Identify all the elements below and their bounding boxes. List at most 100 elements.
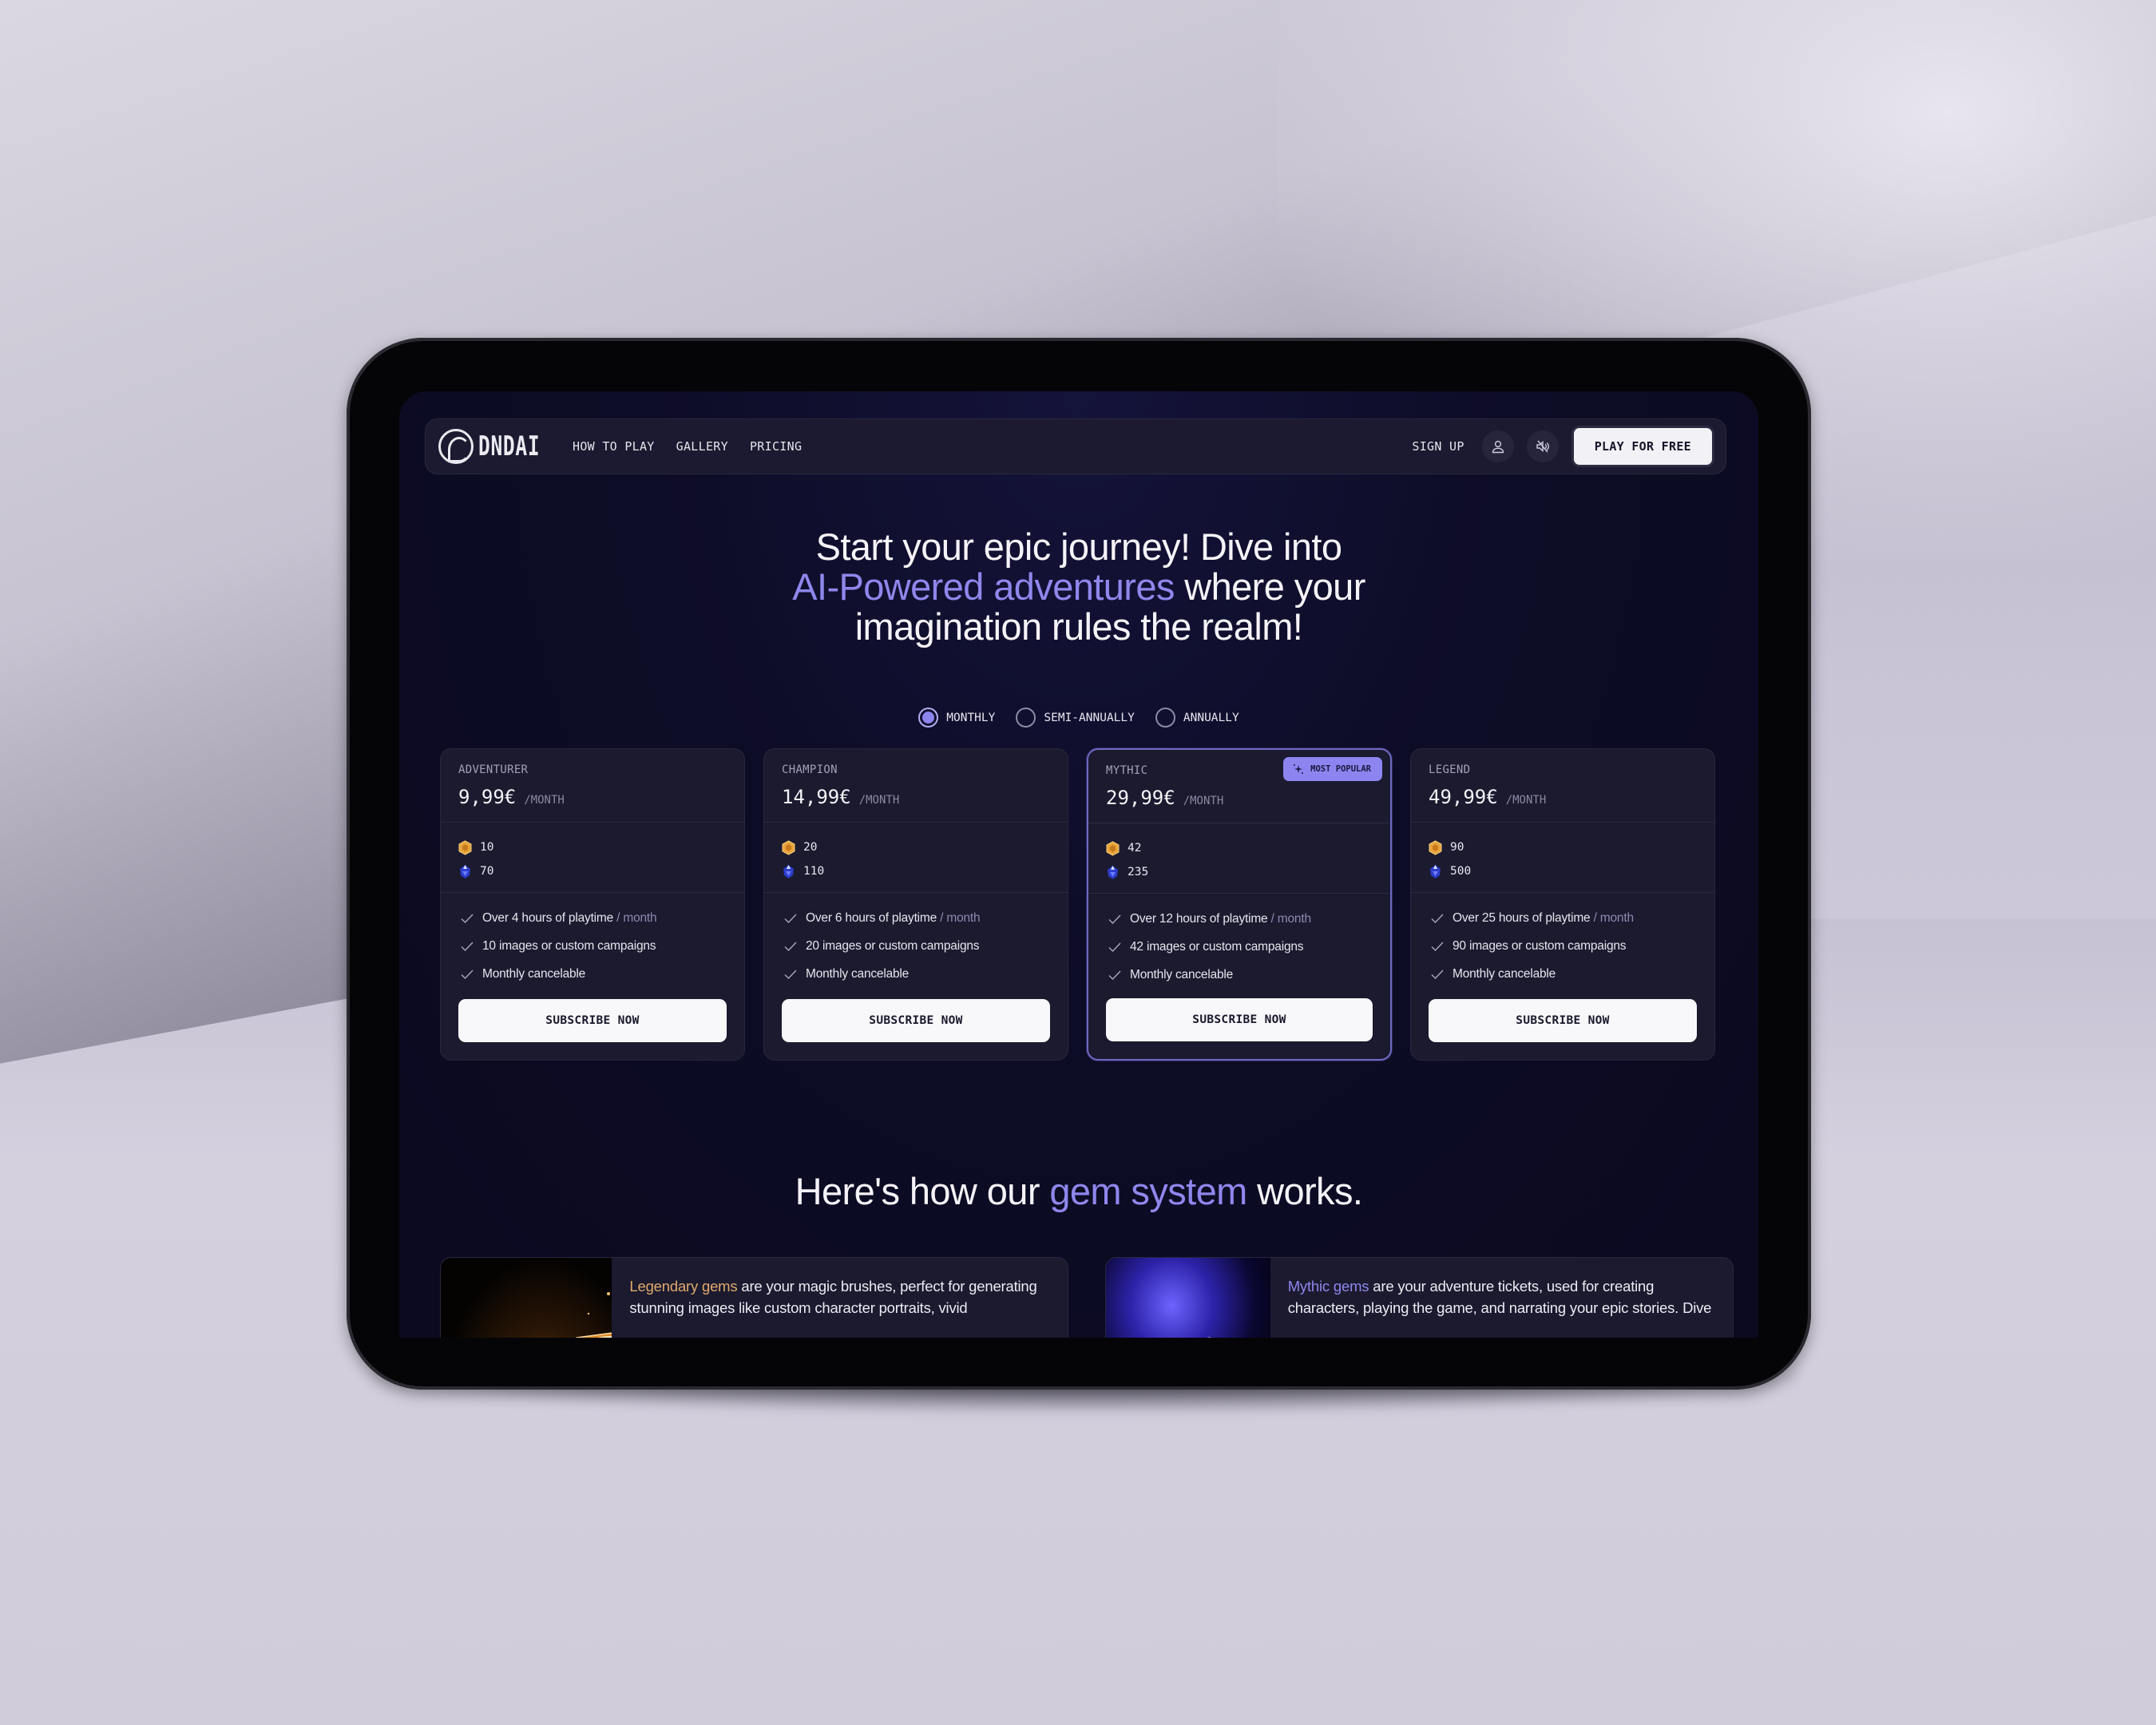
- check-icon: [461, 970, 474, 979]
- feature-text: Monthly cancelable: [806, 966, 910, 981]
- check-icon: [1108, 914, 1121, 924]
- radio-selected[interactable]: [918, 708, 939, 728]
- plan-tier-name: LEGEND: [1429, 763, 1471, 776]
- tablet-device: DNDAI HOW TO PLAY GALLERY PRICING SIGN U…: [347, 338, 1811, 1390]
- feature-item: 90 images or custom campaigns: [1430, 932, 1697, 960]
- plan-price-row: 14,99€ /MONTH: [782, 786, 1050, 808]
- legendary-gem-count: 20: [782, 835, 1050, 859]
- feature-item: Over 25 hours of playtime / month: [1430, 904, 1697, 932]
- plan-gems: 10 70: [441, 823, 744, 893]
- feature-text: Monthly cancelable: [1130, 967, 1234, 981]
- mythic-gem-value: 500: [1450, 865, 1472, 878]
- play-for-free-button[interactable]: PLAY FOR FREE: [1571, 426, 1714, 467]
- plan-card-adventurer: ADVENTURER 9,99€ /MONTH 10 70 Over 4 hou…: [440, 748, 745, 1061]
- billing-option-annually[interactable]: ANNUALLY: [1155, 708, 1239, 728]
- legendary-gem-value: 10: [480, 841, 494, 854]
- subscribe-button-legend[interactable]: SUBSCRIBE NOW: [1429, 999, 1697, 1042]
- mythic-gem-icon: [783, 864, 794, 878]
- mythic-gem-value: 110: [803, 865, 825, 878]
- feature-text: 42 images or custom campaigns: [1130, 939, 1304, 954]
- check-icon: [1108, 942, 1121, 952]
- radio-unselected[interactable]: [1155, 708, 1175, 728]
- feature-item: Over 4 hours of playtime / month: [460, 904, 727, 932]
- mythic-gem-icon: [1108, 865, 1118, 879]
- logo[interactable]: DNDAI: [438, 429, 545, 464]
- billing-option-label: MONTHLY: [946, 711, 996, 724]
- plan-gems: 42 235: [1088, 823, 1390, 894]
- legendary-gem-icon: [1429, 839, 1442, 855]
- nav-link-gallery[interactable]: GALLERY: [676, 439, 728, 454]
- hero-line-2-rest: where your: [1174, 565, 1365, 608]
- plan-card-mythic: MYTHIC MOST POPULAR 29,99€ /MONTH 42 235…: [1087, 748, 1392, 1061]
- feature-item: Monthly cancelable: [1430, 960, 1697, 988]
- most-popular-badge: MOST POPULAR: [1283, 757, 1382, 781]
- top-navbar: DNDAI HOW TO PLAY GALLERY PRICING SIGN U…: [425, 418, 1726, 474]
- plan-period: /MONTH: [524, 794, 565, 807]
- gem-info-cards: Legendary gems are your magic brushes, p…: [440, 1257, 1734, 1338]
- heading-text: Here's how our: [795, 1170, 1050, 1212]
- mythic-gems-description: Mythic gems are your adventure tickets, …: [1270, 1258, 1733, 1338]
- heading-text: works.: [1246, 1170, 1363, 1212]
- feature-item: Monthly cancelable: [783, 960, 1050, 988]
- plan-period: /MONTH: [1505, 794, 1547, 807]
- sparkles-icon: [1294, 764, 1304, 774]
- dragon-logo-icon: [438, 429, 474, 464]
- subscribe-button-champion[interactable]: SUBSCRIBE NOW: [782, 999, 1050, 1042]
- legendary-gems-card: Legendary gems are your magic brushes, p…: [440, 1257, 1068, 1338]
- plan-price: 9,99€: [458, 786, 517, 808]
- mythic-gems-label: Mythic gems: [1287, 1278, 1369, 1295]
- feature-item: 42 images or custom campaigns: [1108, 933, 1373, 961]
- hero-accent-text: AI-Powered adventures: [792, 565, 1175, 608]
- billing-period-selector: MONTHLY SEMI-ANNUALLY ANNUALLY: [399, 708, 1758, 728]
- legendary-gem-count: 90: [1429, 835, 1697, 859]
- feature-text: 10 images or custom campaigns: [482, 938, 656, 953]
- plan-features: Over 6 hours of playtime / month 20 imag…: [764, 893, 1068, 988]
- legendary-gems-label: Legendary gems: [629, 1278, 738, 1295]
- badge-label: MOST POPULAR: [1310, 764, 1371, 774]
- plan-header: MYTHIC MOST POPULAR 29,99€ /MONTH: [1088, 750, 1390, 823]
- mythic-gem-count: 235: [1106, 860, 1373, 884]
- hero-line-3: imagination rules the realm!: [854, 605, 1303, 648]
- legendary-gem-count: 10: [458, 835, 727, 859]
- mythic-gem-count: 500: [1429, 859, 1697, 883]
- sign-up-link[interactable]: SIGN UP: [1412, 439, 1464, 454]
- plan-price-row: 49,99€ /MONTH: [1429, 786, 1697, 808]
- plan-period: /MONTH: [858, 794, 900, 807]
- nav-link-pricing[interactable]: PRICING: [750, 439, 802, 454]
- mythic-gem-count: 70: [458, 859, 727, 883]
- feature-item: 20 images or custom campaigns: [783, 932, 1050, 960]
- account-button[interactable]: [1481, 430, 1514, 462]
- plan-price: 49,99€: [1429, 786, 1498, 808]
- legendary-gem-icon: [782, 839, 795, 855]
- sound-toggle-button[interactable]: [1526, 430, 1559, 462]
- speaker-muted-icon: [1536, 440, 1549, 453]
- check-icon: [784, 914, 797, 923]
- nav-link-how-to-play[interactable]: HOW TO PLAY: [573, 439, 655, 454]
- feature-text: Over 4 hours of playtime / month: [482, 910, 657, 925]
- hero-line-1: Start your epic journey! Dive into: [815, 525, 1342, 568]
- plan-period: /MONTH: [1183, 795, 1224, 807]
- plan-features: Over 4 hours of playtime / month 10 imag…: [441, 893, 744, 988]
- radio-unselected[interactable]: [1016, 708, 1036, 728]
- subscribe-button-adventurer[interactable]: SUBSCRIBE NOW: [458, 999, 727, 1042]
- gem-section-heading: Here's how our gem system works.: [399, 1169, 1758, 1213]
- mythic-gem-icon: [1430, 864, 1441, 878]
- check-icon: [784, 970, 797, 979]
- feature-text: Monthly cancelable: [1453, 966, 1556, 981]
- legendary-gem-value: 90: [1450, 841, 1464, 854]
- billing-option-label: ANNUALLY: [1183, 711, 1239, 724]
- feature-text: 20 images or custom campaigns: [806, 938, 980, 953]
- subscribe-button-mythic[interactable]: SUBSCRIBE NOW: [1106, 998, 1373, 1041]
- billing-option-semi-annually[interactable]: SEMI-ANNUALLY: [1016, 708, 1135, 728]
- plan-price-row: 9,99€ /MONTH: [458, 786, 727, 808]
- check-icon: [461, 914, 474, 923]
- feature-item: Monthly cancelable: [1108, 961, 1373, 989]
- legendary-gem-icon: [1106, 840, 1120, 856]
- plan-price: 29,99€: [1106, 787, 1175, 809]
- mythic-gem-value: 70: [480, 865, 494, 878]
- heading-accent-text: gem system: [1049, 1170, 1247, 1212]
- billing-option-monthly[interactable]: MONTHLY: [918, 708, 995, 728]
- user-icon: [1492, 440, 1504, 454]
- feature-item: 10 images or custom campaigns: [460, 932, 727, 960]
- check-icon: [461, 942, 474, 951]
